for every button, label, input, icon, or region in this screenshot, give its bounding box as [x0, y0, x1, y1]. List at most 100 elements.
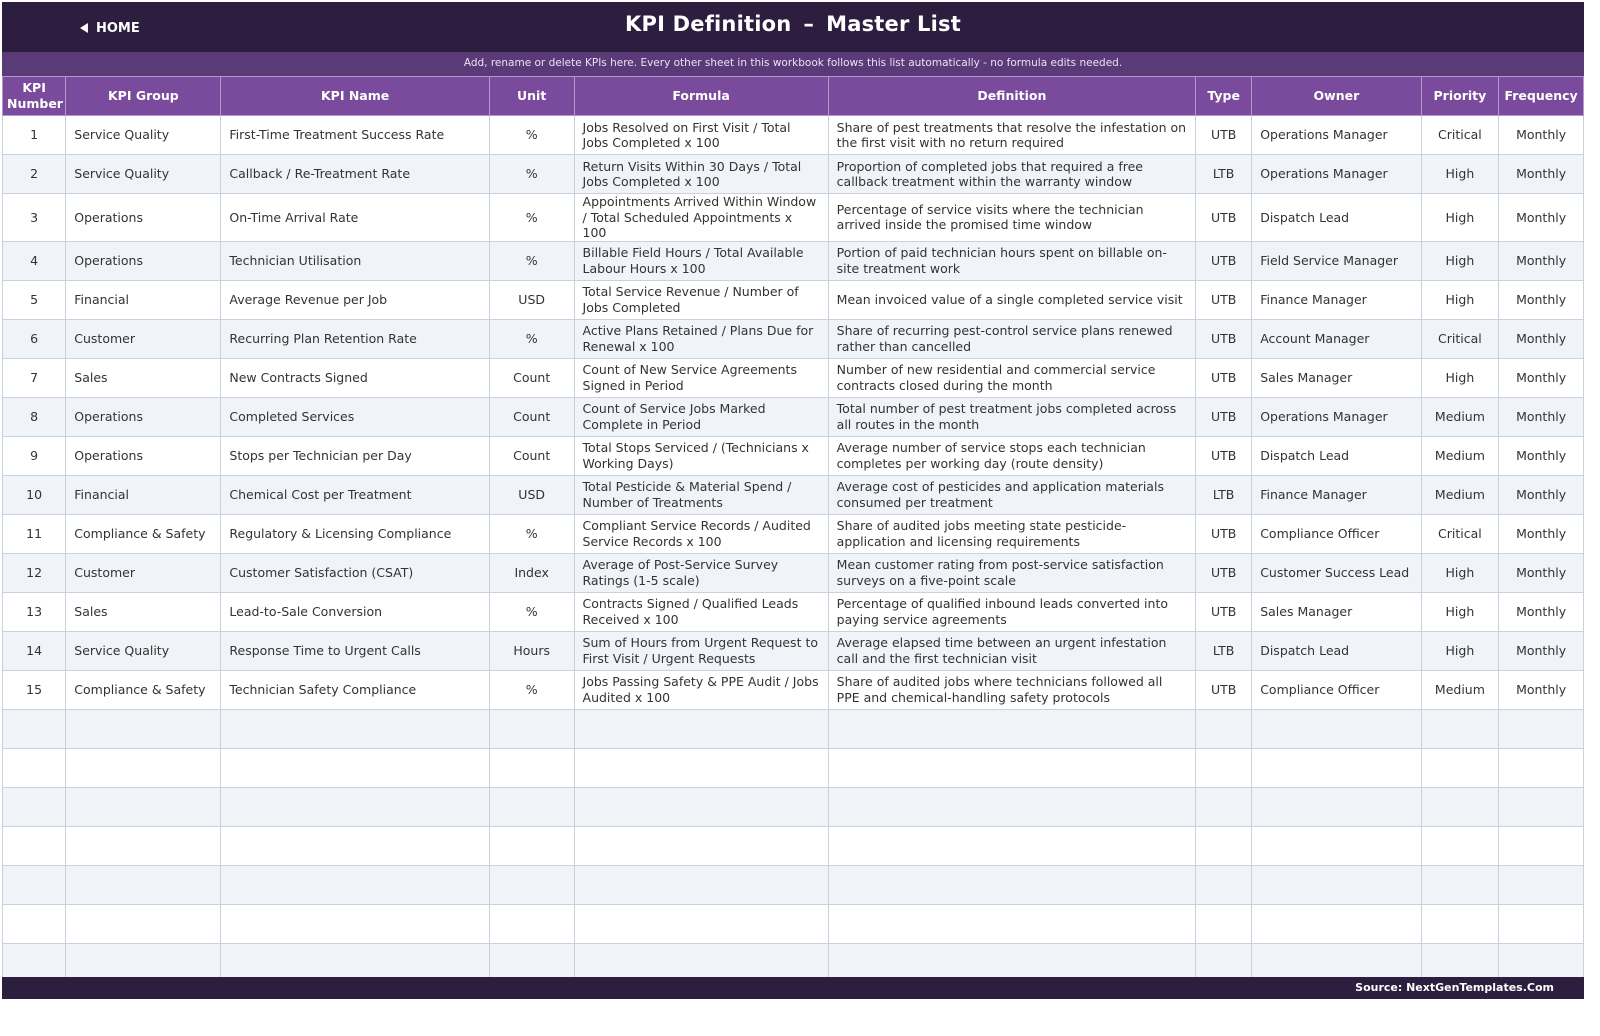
cell-kpi-number[interactable] — [1, 903, 67, 944]
cell-type[interactable] — [1195, 708, 1253, 749]
cell-kpi-number[interactable]: 14 — [1, 630, 67, 671]
cell-priority[interactable] — [1420, 825, 1500, 866]
cell-unit[interactable]: Count — [488, 396, 575, 437]
cell-formula[interactable]: Jobs Passing Safety & PPE Audit / Jobs A… — [573, 669, 829, 710]
cell-owner[interactable]: Operations Manager — [1251, 396, 1422, 437]
column-header-definition[interactable]: Definition — [827, 76, 1197, 116]
cell-kpi-group[interactable] — [65, 786, 222, 827]
cell-priority[interactable]: Medium — [1420, 435, 1500, 476]
cell-kpi-number[interactable] — [1, 708, 67, 749]
column-header-priority[interactable]: Priority — [1420, 76, 1500, 116]
cell-formula[interactable]: Contracts Signed / Qualified Leads Recei… — [573, 591, 829, 632]
cell-unit[interactable]: Hours — [488, 630, 575, 671]
cell-frequency[interactable]: Monthly — [1498, 591, 1584, 632]
cell-kpi-number[interactable]: 9 — [1, 435, 67, 476]
cell-type[interactable]: UTB — [1195, 396, 1253, 437]
cell-kpi-group[interactable] — [65, 747, 222, 788]
cell-priority[interactable] — [1420, 747, 1500, 788]
cell-frequency[interactable]: Monthly — [1498, 513, 1584, 554]
cell-definition[interactable]: Share of recurring pest-control service … — [827, 318, 1197, 359]
cell-type[interactable] — [1195, 825, 1253, 866]
cell-definition[interactable] — [827, 786, 1197, 827]
cell-kpi-number[interactable]: 4 — [1, 240, 67, 281]
cell-kpi-name[interactable]: Stops per Technician per Day — [220, 435, 490, 476]
cell-definition[interactable] — [827, 708, 1197, 749]
cell-type[interactable]: LTB — [1195, 154, 1253, 194]
cell-frequency[interactable] — [1498, 786, 1584, 827]
cell-kpi-number[interactable]: 15 — [1, 669, 67, 710]
cell-kpi-number[interactable]: 1 — [1, 115, 67, 155]
cell-priority[interactable]: Medium — [1420, 396, 1500, 437]
cell-formula[interactable]: Total Service Revenue / Number of Jobs C… — [573, 279, 829, 320]
cell-formula[interactable]: Return Visits Within 30 Days / Total Job… — [573, 154, 829, 194]
cell-kpi-group[interactable]: Compliance & Safety — [65, 669, 222, 710]
cell-formula[interactable] — [573, 825, 829, 866]
cell-kpi-group[interactable]: Operations — [65, 193, 222, 242]
cell-kpi-name[interactable]: Lead-to-Sale Conversion — [220, 591, 490, 632]
cell-formula[interactable] — [573, 708, 829, 749]
cell-unit[interactable]: % — [488, 115, 575, 155]
cell-unit[interactable]: % — [488, 193, 575, 242]
cell-kpi-number[interactable]: 8 — [1, 396, 67, 437]
cell-definition[interactable]: Percentage of service visits where the t… — [827, 193, 1197, 242]
cell-priority[interactable]: Medium — [1420, 474, 1500, 515]
cell-unit[interactable] — [488, 864, 575, 905]
cell-definition[interactable]: Mean invoiced value of a single complete… — [827, 279, 1197, 320]
cell-unit[interactable] — [488, 825, 575, 866]
cell-unit[interactable]: Count — [488, 357, 575, 398]
cell-definition[interactable]: Share of audited jobs meeting state pest… — [827, 513, 1197, 554]
cell-owner[interactable]: Dispatch Lead — [1251, 630, 1422, 671]
cell-kpi-number[interactable]: 13 — [1, 591, 67, 632]
cell-kpi-name[interactable]: Completed Services — [220, 396, 490, 437]
cell-unit[interactable]: % — [488, 591, 575, 632]
column-header-owner[interactable]: Owner — [1251, 76, 1422, 116]
empty-table-row[interactable] — [1, 786, 1584, 827]
cell-kpi-name[interactable]: Callback / Re-Treatment Rate — [220, 154, 490, 194]
cell-type[interactable]: UTB — [1195, 357, 1253, 398]
cell-owner[interactable]: Compliance Officer — [1251, 669, 1422, 710]
cell-definition[interactable]: Mean customer rating from post-service s… — [827, 552, 1197, 593]
cell-type[interactable]: UTB — [1195, 513, 1253, 554]
cell-formula[interactable] — [573, 747, 829, 788]
cell-type[interactable]: LTB — [1195, 474, 1253, 515]
empty-table-row[interactable] — [1, 747, 1584, 788]
cell-kpi-group[interactable]: Service Quality — [65, 115, 222, 155]
cell-kpi-group[interactable]: Sales — [65, 591, 222, 632]
table-row[interactable]: 13 Sales Lead-to-Sale Conversion% Contracts… — [1, 591, 1584, 632]
cell-owner[interactable] — [1251, 786, 1422, 827]
cell-owner[interactable]: Sales Manager — [1251, 357, 1422, 398]
cell-type[interactable]: LTB — [1195, 630, 1253, 671]
cell-owner[interactable]: Sales Manager — [1251, 591, 1422, 632]
cell-kpi-name[interactable] — [220, 903, 490, 944]
cell-frequency[interactable]: Monthly — [1498, 240, 1584, 281]
table-row[interactable]: 1 Service Quality First-Time Treatment Suc… — [1, 115, 1584, 155]
column-header-type[interactable]: Type — [1195, 76, 1253, 116]
cell-definition[interactable]: Average number of service stops each tec… — [827, 435, 1197, 476]
cell-definition[interactable]: Share of pest treatments that resolve th… — [827, 115, 1197, 155]
cell-kpi-name[interactable]: Customer Satisfaction (CSAT) — [220, 552, 490, 593]
cell-priority[interactable] — [1420, 903, 1500, 944]
cell-type[interactable]: UTB — [1195, 552, 1253, 593]
cell-priority[interactable]: Critical — [1420, 513, 1500, 554]
cell-kpi-name[interactable]: Response Time to Urgent Calls — [220, 630, 490, 671]
table-row[interactable]: 7 Sales New Contracts Signed Count Count of … — [1, 357, 1584, 398]
cell-kpi-number[interactable]: 10 — [1, 474, 67, 515]
cell-owner[interactable]: Dispatch Lead — [1251, 193, 1422, 242]
cell-priority[interactable]: Critical — [1420, 318, 1500, 359]
cell-type[interactable]: UTB — [1195, 318, 1253, 359]
cell-kpi-group[interactable]: Sales — [65, 357, 222, 398]
cell-kpi-name[interactable] — [220, 708, 490, 749]
cell-priority[interactable] — [1420, 786, 1500, 827]
column-header-frequency[interactable]: Frequency — [1498, 76, 1584, 116]
cell-formula[interactable] — [573, 864, 829, 905]
cell-priority[interactable] — [1420, 864, 1500, 905]
cell-priority[interactable] — [1420, 708, 1500, 749]
empty-table-row[interactable] — [1, 825, 1584, 866]
cell-frequency[interactable]: Monthly — [1498, 154, 1584, 194]
cell-type[interactable]: UTB — [1195, 115, 1253, 155]
cell-unit[interactable]: % — [488, 240, 575, 281]
cell-formula[interactable]: Appointments Arrived Within Window / Tot… — [573, 193, 829, 242]
cell-kpi-group[interactable] — [65, 825, 222, 866]
table-row[interactable]: 15 Compliance & Safety Technician Safety C… — [1, 669, 1584, 710]
cell-definition[interactable]: Proportion of completed jobs that requir… — [827, 154, 1197, 194]
